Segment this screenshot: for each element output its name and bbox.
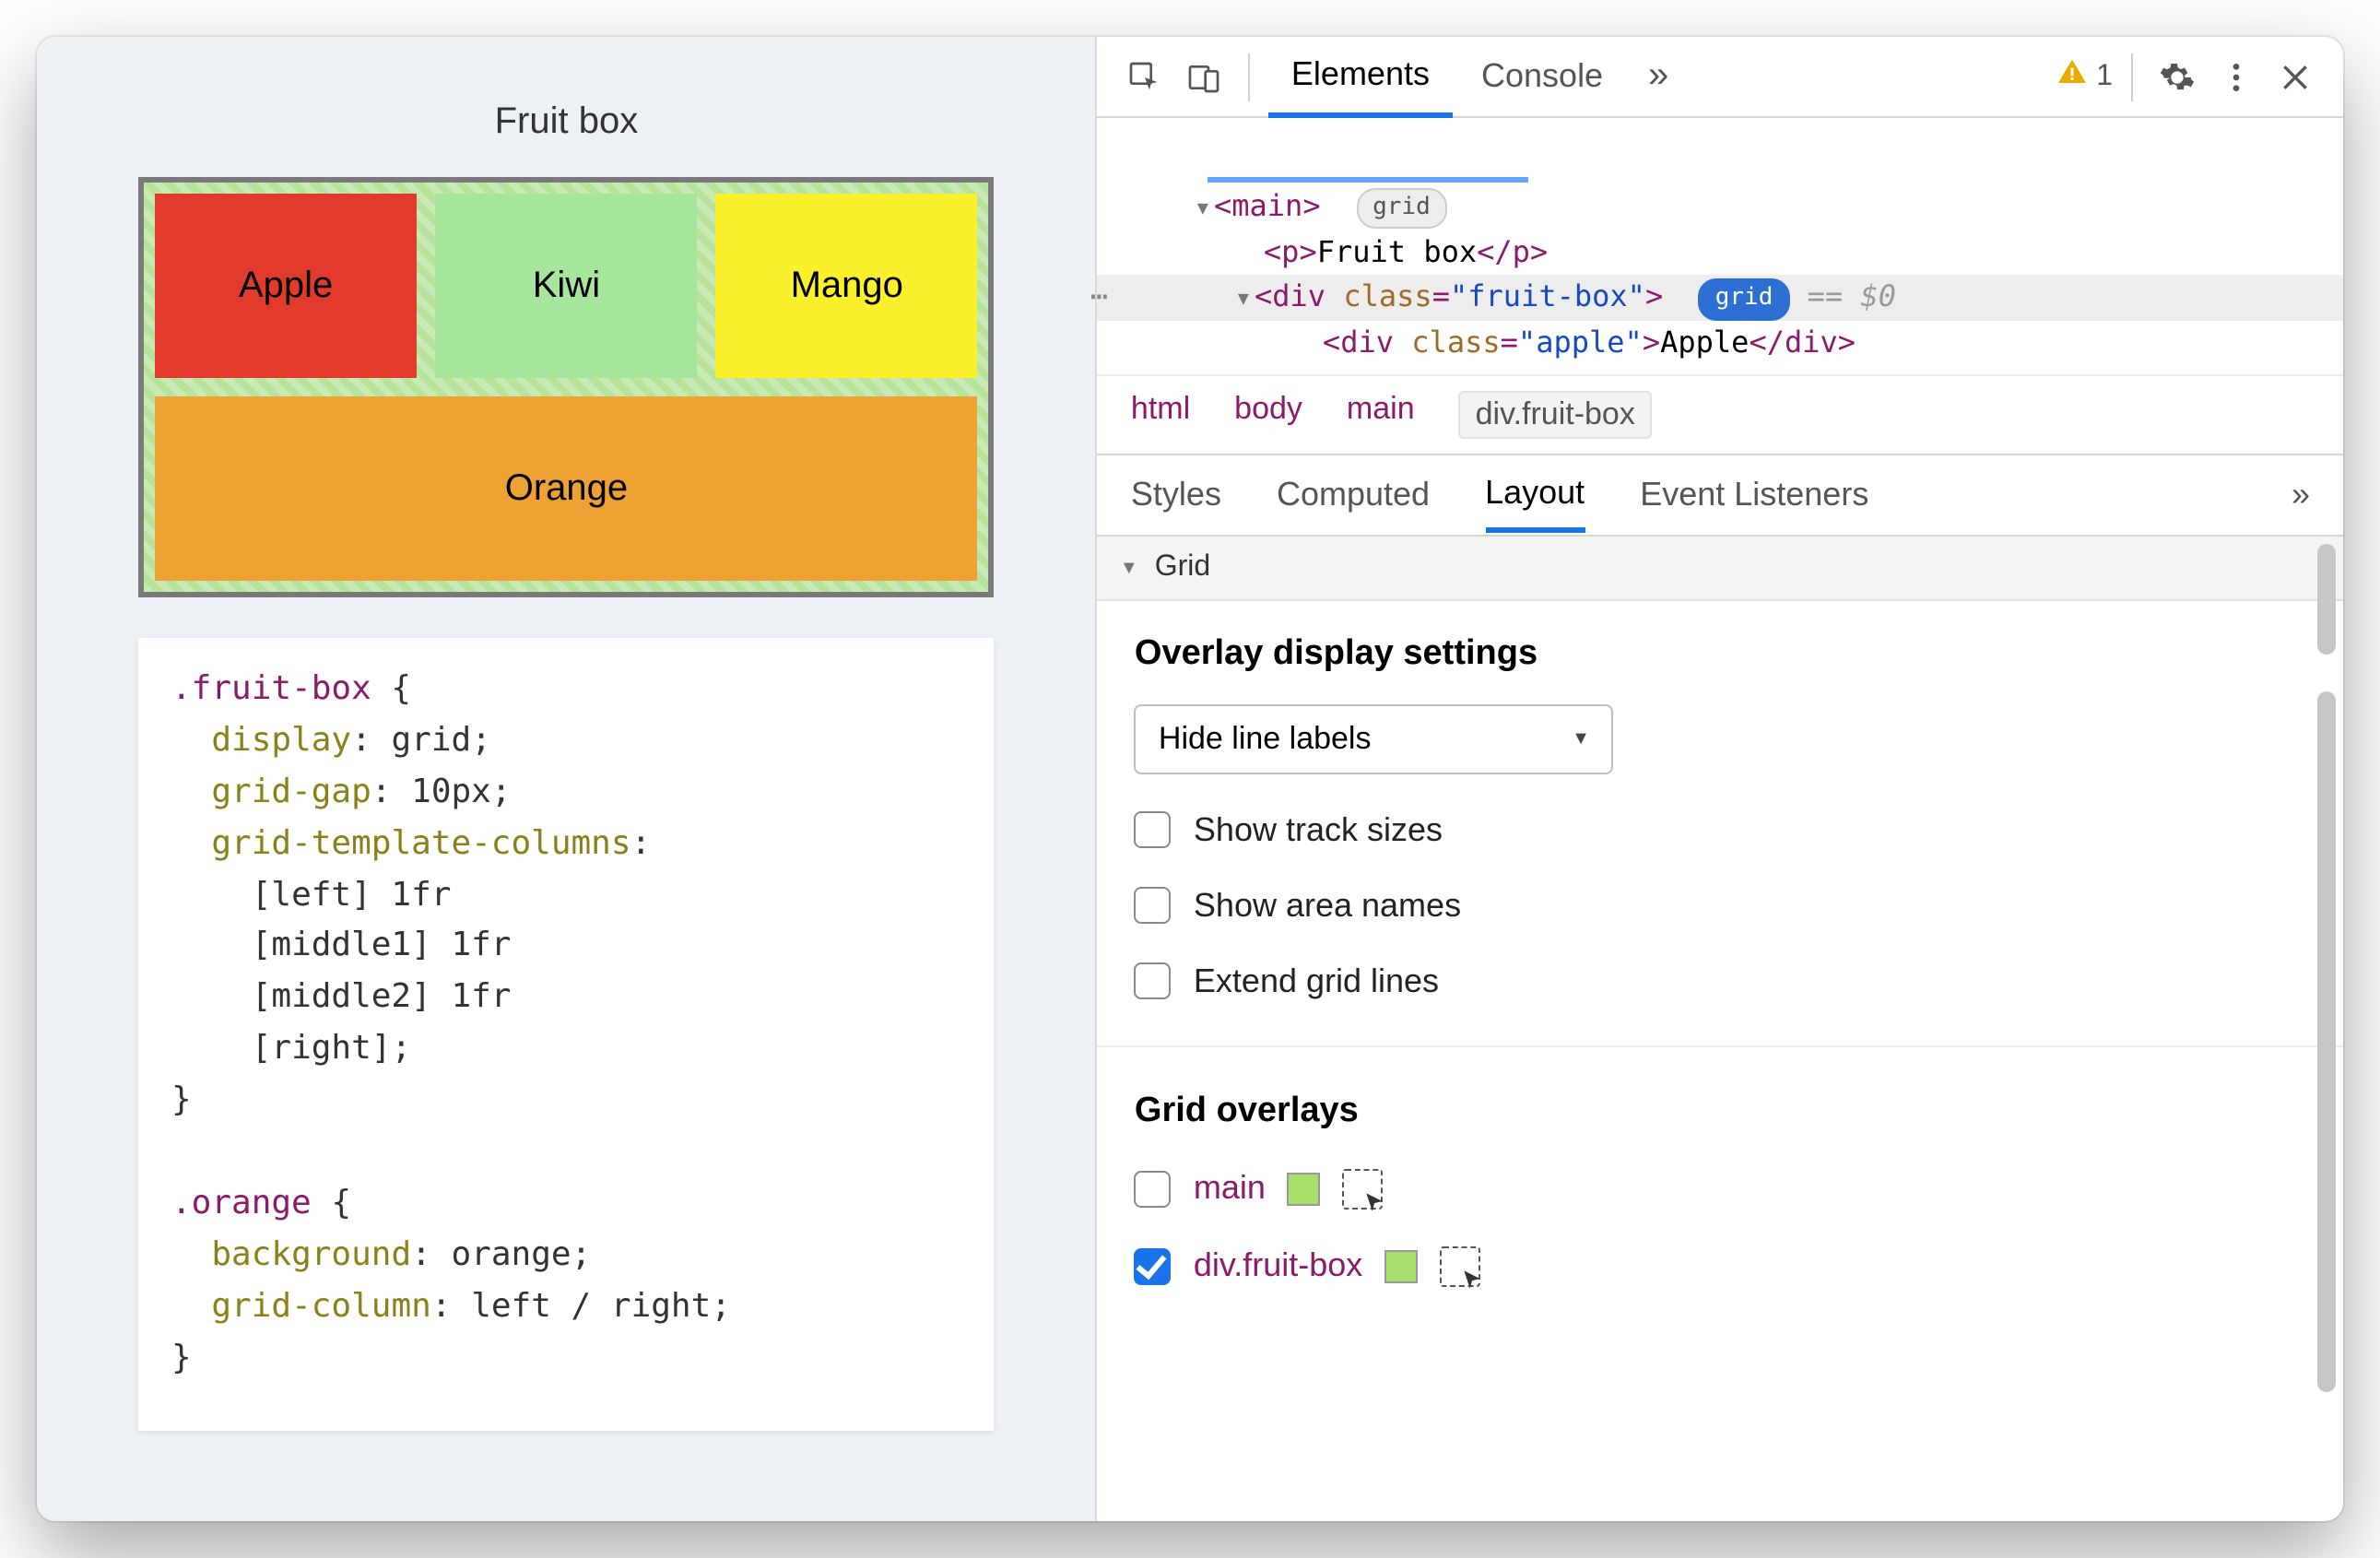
dom-row-apple[interactable]: <div class="apple">Apple</div>: [1124, 321, 2343, 367]
css-selector: .fruit-box: [171, 669, 371, 708]
breadcrumb-item[interactable]: html: [1131, 391, 1190, 439]
tab-console[interactable]: Console: [1459, 39, 1625, 114]
warning-icon: [2056, 55, 2089, 98]
css-code-block: .fruit-box { display: grid; grid-gap: 10…: [138, 638, 995, 1432]
scrollbar[interactable]: [2317, 544, 2336, 1514]
dom-row-selected[interactable]: ⋯ <div class="fruit-box"> grid == $0: [1098, 276, 2343, 322]
cell-mango: Mango: [716, 194, 978, 378]
checkbox-icon[interactable]: [1135, 1248, 1172, 1285]
line-labels-select[interactable]: Hide line labels: [1135, 704, 1614, 774]
layout-panel: Grid Overlay display settings Hide line …: [1098, 537, 2343, 1521]
toolbar-divider: [1249, 53, 1251, 100]
subtab-events[interactable]: Event Listeners: [1640, 476, 1868, 514]
toolbar-divider: [2131, 53, 2133, 100]
grid-badge-active[interactable]: grid: [1699, 279, 1790, 320]
cell-apple: Apple: [155, 194, 417, 378]
overlay-label: div.fruit-box: [1194, 1247, 1362, 1286]
checkbox-label: Show area names: [1194, 887, 1461, 926]
dom-tree[interactable]: <main> grid <p>Fruit box</p> ⋯ <div clas…: [1098, 118, 2343, 374]
devtools-window: Fruit box Apple Kiwi Mango Orange .fruit…: [37, 37, 2343, 1521]
checkbox-icon[interactable]: [1135, 888, 1172, 925]
subtab-computed[interactable]: Computed: [1277, 476, 1430, 514]
page-preview-pane: Fruit box Apple Kiwi Mango Orange .fruit…: [37, 37, 1098, 1521]
subtabs-overflow-icon[interactable]: »: [2292, 476, 2310, 514]
grid-badge[interactable]: grid: [1356, 188, 1447, 229]
overlay-row-fruit-box[interactable]: div.fruit-box: [1135, 1246, 2306, 1287]
checkbox-track-sizes[interactable]: Show track sizes: [1135, 811, 2306, 850]
highlight-element-icon[interactable]: [1440, 1246, 1480, 1287]
checkbox-area-names[interactable]: Show area names: [1135, 887, 2306, 926]
dom-row[interactable]: [1124, 129, 2343, 184]
warning-count: 1: [2096, 60, 2113, 93]
cell-kiwi: Kiwi: [435, 194, 697, 378]
dollar-zero: == $0: [1808, 279, 1896, 314]
section-separator: [1098, 1045, 2343, 1047]
warnings-badge[interactable]: 1: [2056, 55, 2113, 98]
checkbox-icon[interactable]: [1135, 963, 1172, 1000]
breadcrumb-item[interactable]: main: [1347, 391, 1415, 439]
grid-overlays-heading: Grid overlays: [1135, 1092, 2306, 1132]
section-header-grid[interactable]: Grid: [1098, 537, 2343, 601]
scrollbar-thumb[interactable]: [2317, 691, 2336, 1392]
subtab-styles[interactable]: Styles: [1131, 476, 1221, 514]
sidebar-tabs: Styles Computed Layout Event Listeners »: [1098, 455, 2343, 537]
checkbox-label: Extend grid lines: [1194, 962, 1439, 1001]
checkbox-icon[interactable]: [1135, 1171, 1172, 1208]
cell-orange: Orange: [155, 396, 978, 581]
subtab-layout[interactable]: Layout: [1485, 475, 1585, 534]
gear-icon[interactable]: [2151, 51, 2203, 102]
color-swatch[interactable]: [1384, 1250, 1418, 1283]
section-title: Grid: [1155, 551, 1210, 584]
breadcrumb-item[interactable]: body: [1234, 391, 1302, 439]
breadcrumb: html body main div.fruit-box: [1098, 374, 2343, 455]
breadcrumb-item-active[interactable]: div.fruit-box: [1459, 391, 1652, 439]
devtools-pane: Elements Console » 1: [1098, 37, 2343, 1521]
tabs-overflow-icon[interactable]: »: [1632, 51, 1684, 102]
dom-row-main[interactable]: <main> grid: [1124, 184, 2343, 230]
checkbox-label: Show track sizes: [1194, 811, 1443, 850]
select-value: Hide line labels: [1159, 721, 1372, 756]
devtools-main-toolbar: Elements Console » 1: [1098, 37, 2343, 118]
overlay-label: main: [1194, 1170, 1266, 1209]
inspect-icon[interactable]: [1120, 51, 1172, 102]
fruit-box-grid: Apple Kiwi Mango Orange: [138, 177, 995, 597]
close-icon[interactable]: [2269, 51, 2321, 102]
overlay-row-main[interactable]: main: [1135, 1169, 2306, 1210]
overlay-settings-heading: Overlay display settings: [1135, 634, 2306, 675]
scrollbar-thumb[interactable]: [2317, 544, 2336, 655]
more-actions-icon[interactable]: ⋯: [1090, 276, 1112, 322]
css-selector: .orange: [171, 1184, 312, 1222]
color-swatch[interactable]: [1288, 1173, 1321, 1206]
device-toggle-icon[interactable]: [1179, 51, 1231, 102]
checkbox-icon[interactable]: [1135, 812, 1172, 849]
kebab-icon[interactable]: [2210, 51, 2262, 102]
dom-row-p[interactable]: <p>Fruit box</p>: [1124, 230, 2343, 276]
tab-elements[interactable]: Elements: [1269, 37, 1452, 117]
page-title: Fruit box: [495, 101, 639, 144]
highlight-element-icon[interactable]: [1343, 1169, 1384, 1210]
checkbox-extend-lines[interactable]: Extend grid lines: [1135, 962, 2306, 1001]
